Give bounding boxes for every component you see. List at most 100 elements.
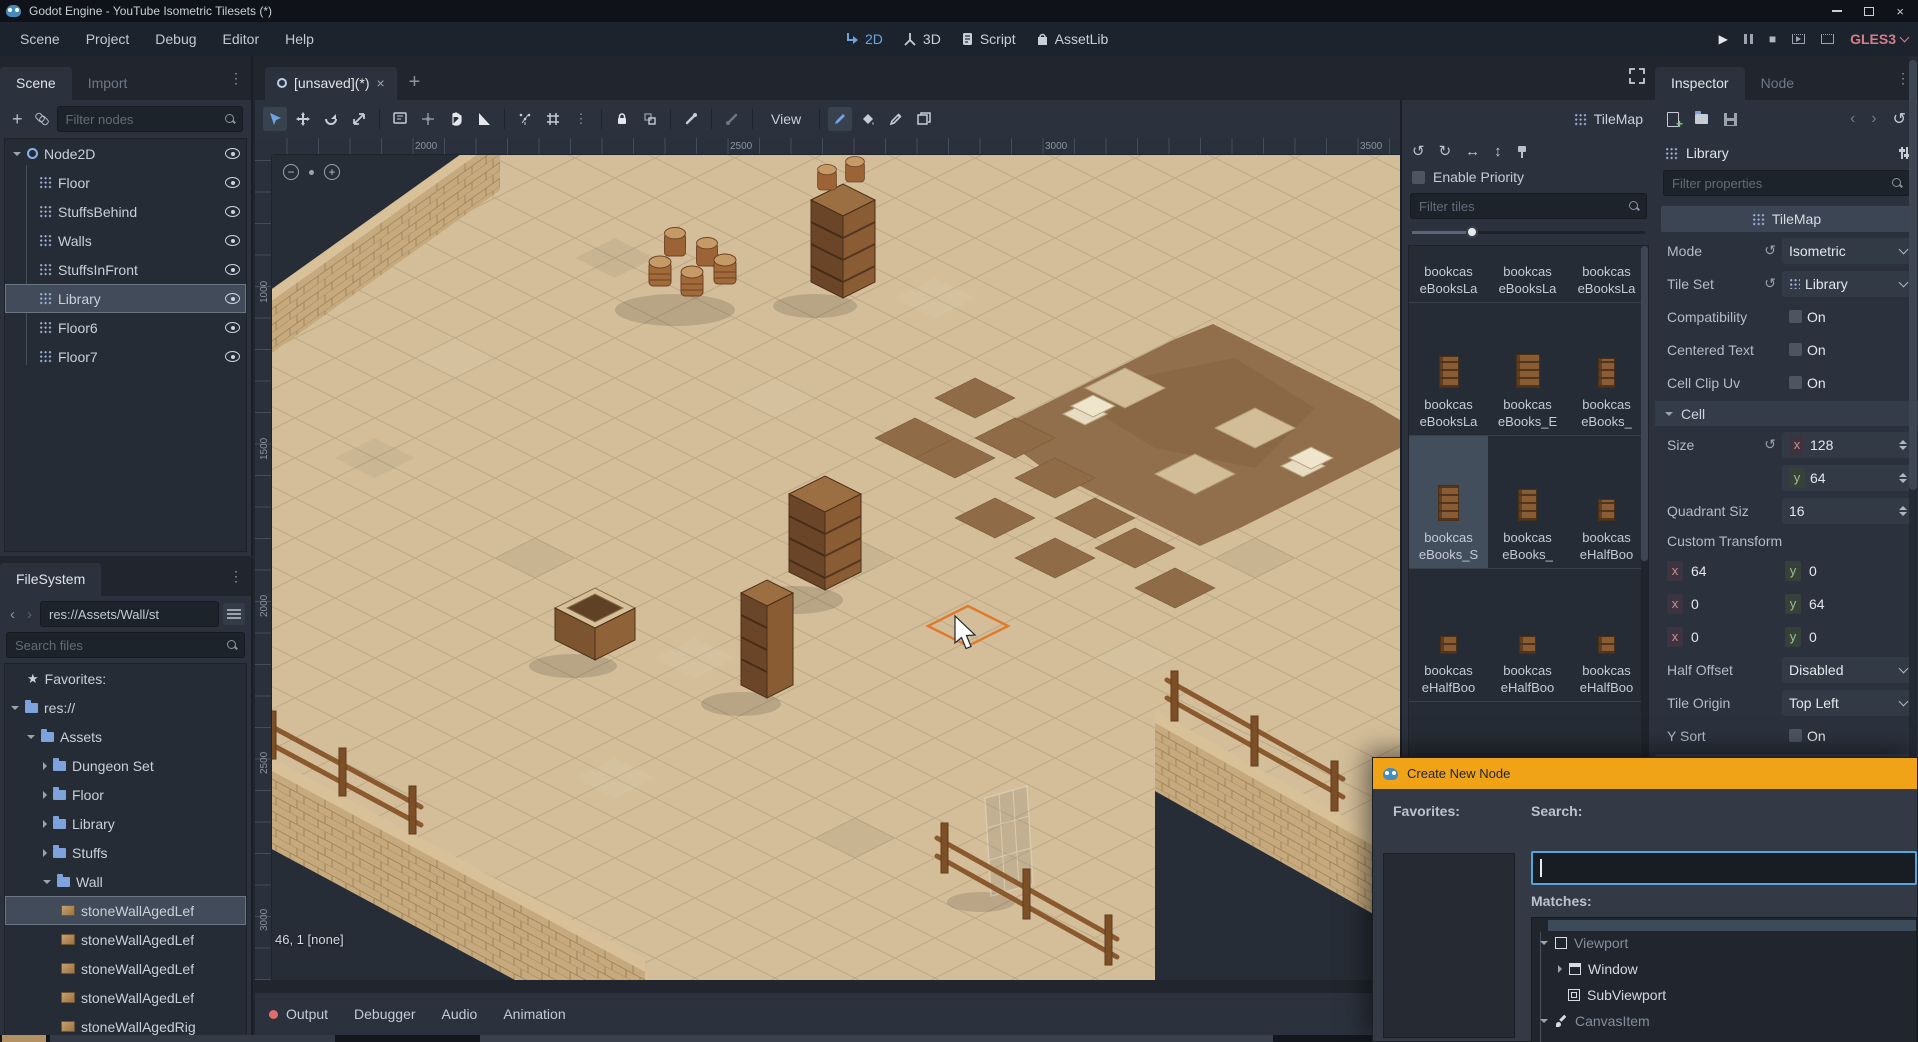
- tile-item[interactable]: bookcas eHalfBoo: [1409, 569, 1488, 701]
- chevron-down-icon[interactable]: [27, 734, 35, 739]
- revert-icon[interactable]: ↺: [1764, 242, 1776, 259]
- chevron-down-icon[interactable]: [1540, 941, 1548, 945]
- fs-row-floor[interactable]: Floor: [5, 780, 246, 809]
- tree-row-library[interactable]: Library: [5, 284, 246, 313]
- 2d-canvas[interactable]: 2000 2500 3000 3500 1000 1500 2000 2500 …: [255, 138, 1400, 980]
- paint-tile-tool[interactable]: [828, 107, 853, 131]
- chevron-right-icon[interactable]: [1558, 965, 1562, 973]
- picker-tool[interactable]: [884, 107, 908, 131]
- match-window[interactable]: Window: [1558, 957, 1638, 981]
- ct-y1-field[interactable]: y 64: [1785, 593, 1895, 614]
- tile-item[interactable]: bookcas eBooks_: [1567, 303, 1646, 435]
- history-forward-icon[interactable]: ›: [1871, 110, 1876, 128]
- history-back-icon[interactable]: ‹: [1850, 110, 1855, 128]
- match-node2d[interactable]: Node2D: [1558, 1035, 1638, 1042]
- play-scene-button[interactable]: [1792, 34, 1806, 44]
- menu-editor[interactable]: Editor: [213, 27, 270, 51]
- chevron-right-icon[interactable]: [43, 761, 47, 770]
- load-resource-icon[interactable]: [1695, 111, 1708, 124]
- size-x-spinner[interactable]: x 128: [1782, 431, 1914, 458]
- tree-row-floor7[interactable]: Floor7: [5, 342, 246, 371]
- filesystem-menu-icon[interactable]: ⋮: [229, 568, 243, 585]
- chevron-right-icon[interactable]: [43, 819, 47, 828]
- fs-row-library[interactable]: Library: [5, 809, 246, 838]
- tab-scene[interactable]: Scene: [0, 67, 72, 100]
- tab-animation[interactable]: Animation: [503, 1006, 565, 1022]
- nav-forward-icon[interactable]: ›: [23, 606, 36, 623]
- tile-item[interactable]: bookcas eBooksLa: [1488, 246, 1567, 302]
- spinner-arrows[interactable]: [1899, 472, 1907, 483]
- tab-node[interactable]: Node: [1745, 67, 1810, 100]
- scene-tab-unsaved[interactable]: [unsaved](*) ×: [265, 67, 397, 100]
- fs-row-favorites[interactable]: ★ Favorites:: [5, 664, 246, 693]
- match-canvasitem[interactable]: CanvasItem: [1540, 1009, 1650, 1033]
- menu-help[interactable]: Help: [275, 27, 324, 51]
- fs-row-assets[interactable]: Assets: [5, 722, 246, 751]
- tab-import[interactable]: Import: [72, 67, 144, 100]
- current-path[interactable]: res://Assets/Wall/st: [40, 601, 219, 627]
- revert-icon[interactable]: ↺: [1764, 275, 1776, 292]
- visibility-icon[interactable]: [225, 322, 240, 333]
- grid-snap-toggle[interactable]: [541, 107, 565, 131]
- match-subviewport[interactable]: SubViewport: [1568, 983, 1666, 1007]
- new-scene-tab-button[interactable]: +: [409, 71, 421, 100]
- spinner-arrows[interactable]: [1899, 505, 1907, 516]
- instance-scene-icon[interactable]: [35, 112, 49, 126]
- tile-size-slider[interactable]: [1412, 225, 1645, 239]
- minimize-button[interactable]: [1832, 10, 1843, 12]
- ruler-tool[interactable]: [472, 107, 496, 131]
- tile-origin-dropdown[interactable]: Top Left: [1782, 689, 1914, 716]
- bucket-fill-tool[interactable]: [856, 107, 880, 131]
- zoom-out-button[interactable]: −: [283, 164, 299, 180]
- quadrant-size-spinner[interactable]: 16: [1782, 497, 1914, 524]
- zoom-in-button[interactable]: +: [324, 164, 340, 180]
- visibility-icon[interactable]: [225, 177, 240, 188]
- fs-row-dungeon-set[interactable]: Dungeon Set: [5, 751, 246, 780]
- tree-row-floor[interactable]: Floor: [5, 168, 246, 197]
- node-search-input[interactable]: [1531, 851, 1917, 885]
- tree-row-stuffsbehind[interactable]: StuffsBehind: [5, 197, 246, 226]
- fs-row-stonewall-3[interactable]: stoneWallAgedLef: [5, 954, 246, 983]
- visibility-icon[interactable]: [225, 148, 240, 159]
- tile-item-selected[interactable]: bookcas eBooks_S: [1409, 436, 1488, 568]
- region-select-tool[interactable]: [912, 107, 936, 131]
- play-button[interactable]: ▶: [1719, 32, 1728, 46]
- menu-debug[interactable]: Debug: [145, 27, 206, 51]
- pan-tool[interactable]: [444, 107, 468, 131]
- workspace-2d[interactable]: 2D: [845, 31, 883, 47]
- skeleton-options-icon[interactable]: [679, 107, 703, 131]
- snap-options-icon[interactable]: ⋮: [569, 107, 593, 131]
- mode-dropdown[interactable]: Isometric: [1782, 237, 1914, 264]
- view-menu[interactable]: View: [761, 108, 811, 130]
- filter-properties-input[interactable]: [1663, 170, 1910, 196]
- fs-row-stonewall-1[interactable]: stoneWallAgedLef: [5, 896, 246, 925]
- tree-row-stuffsinfront[interactable]: StuffsInFront: [5, 255, 246, 284]
- compatibility-checkbox[interactable]: On: [1782, 304, 1914, 330]
- tab-filesystem[interactable]: FileSystem: [0, 563, 102, 596]
- lock-button[interactable]: [610, 107, 634, 131]
- fs-row-stonewall-4[interactable]: stoneWallAgedLef: [5, 983, 246, 1012]
- smart-snap-toggle[interactable]: [513, 107, 537, 131]
- half-offset-dropdown[interactable]: Disabled: [1782, 656, 1914, 683]
- move-pivot-tool[interactable]: [416, 107, 440, 131]
- tile-item[interactable]: bookcas eHalfBoo: [1567, 436, 1646, 568]
- ct-x2-field[interactable]: x 0: [1667, 626, 1777, 647]
- tab-output[interactable]: Output: [286, 1006, 328, 1022]
- select-tool[interactable]: [263, 107, 287, 131]
- list-select-tool[interactable]: [388, 107, 412, 131]
- dialog-titlebar[interactable]: Create New Node: [1373, 758, 1917, 789]
- inspector-tools-icon[interactable]: [1899, 147, 1910, 159]
- visibility-icon[interactable]: [225, 351, 240, 362]
- tab-audio[interactable]: Audio: [442, 1006, 478, 1022]
- tile-set-dropdown[interactable]: Library: [1782, 270, 1914, 297]
- nav-back-icon[interactable]: ‹: [6, 606, 19, 623]
- tile-item[interactable]: bookcas eHalfBoo: [1567, 569, 1646, 701]
- visibility-icon[interactable]: [225, 293, 240, 304]
- object-history-icon[interactable]: ↺: [1893, 109, 1906, 129]
- filter-tiles-input[interactable]: [1410, 193, 1647, 219]
- tile-item[interactable]: bookcas eBooks_: [1488, 436, 1567, 568]
- tile-item[interactable]: bookcas eBooksLa: [1409, 303, 1488, 435]
- selected-match-row[interactable]: [1548, 920, 1916, 931]
- tree-row-walls[interactable]: Walls: [5, 226, 246, 255]
- chevron-down-icon[interactable]: [13, 151, 21, 156]
